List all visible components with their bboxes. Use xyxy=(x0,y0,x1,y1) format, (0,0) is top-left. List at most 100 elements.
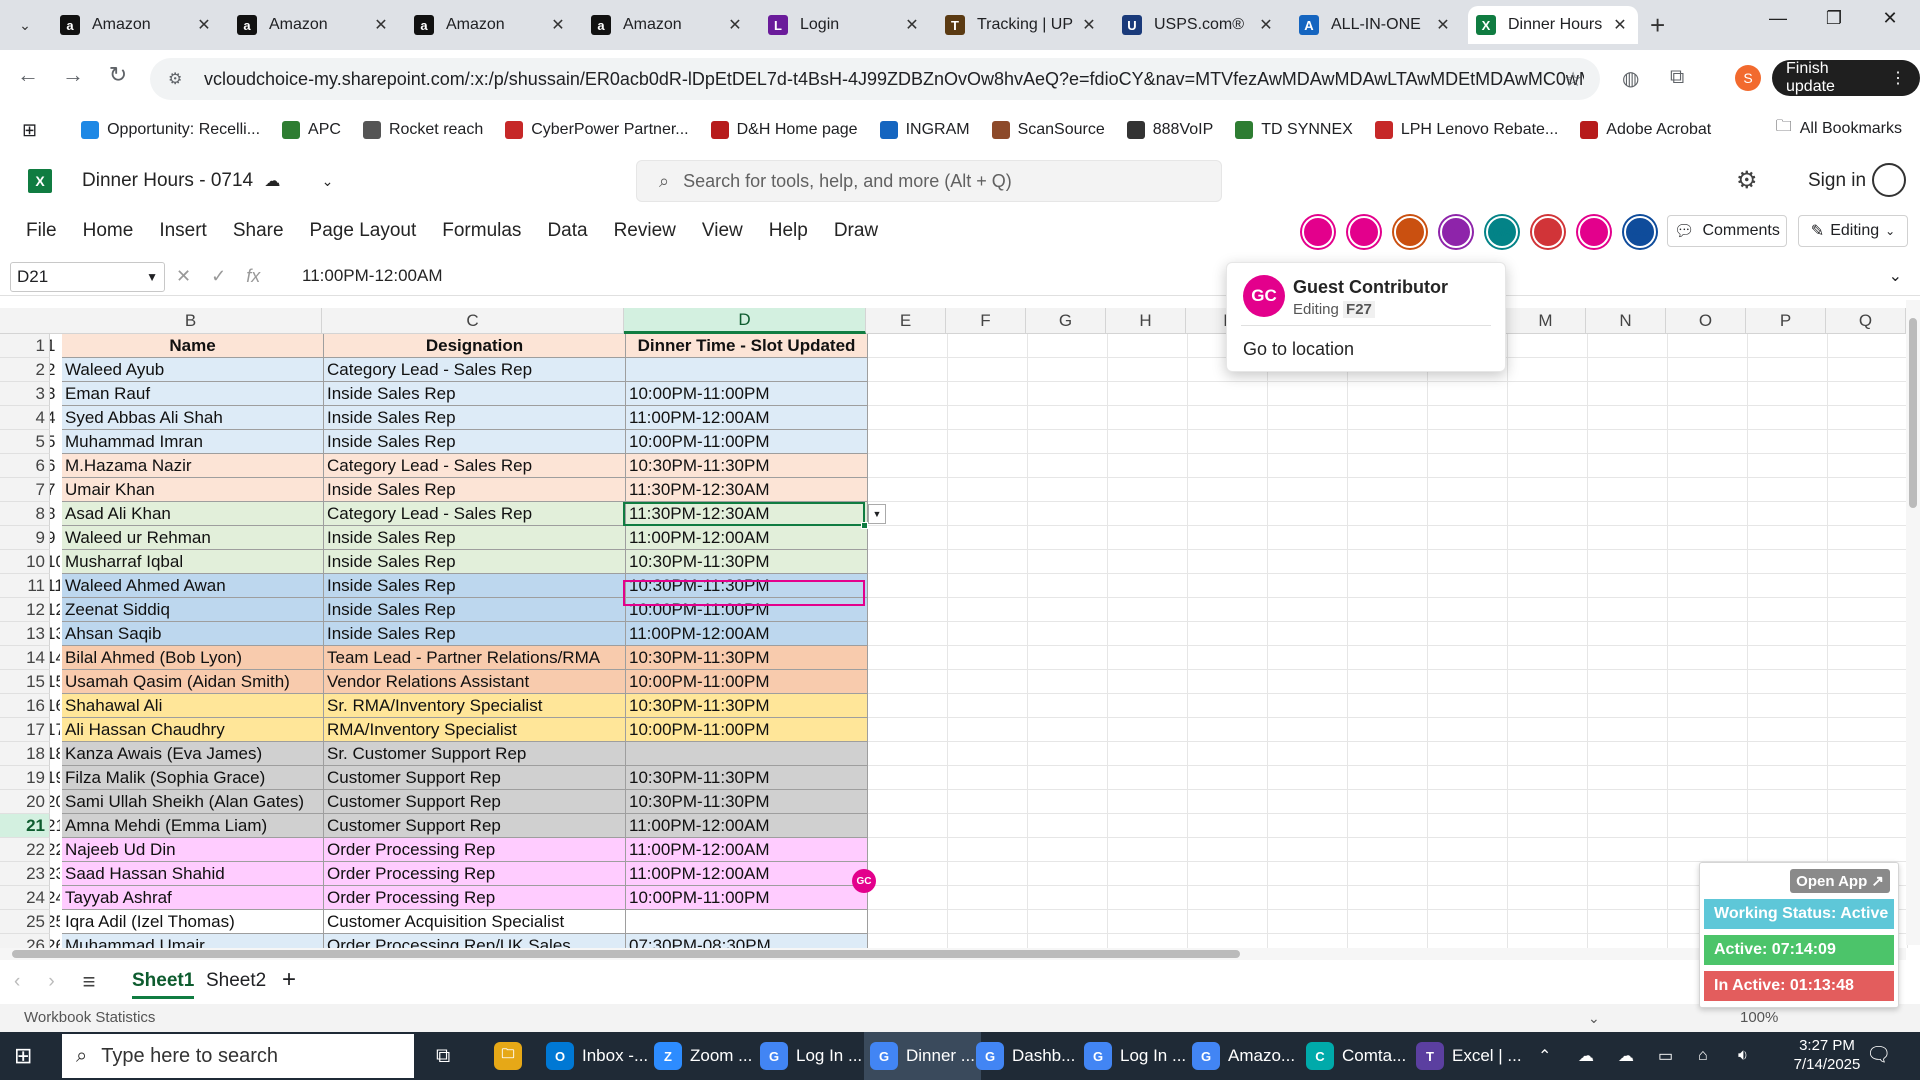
search-box[interactable]: ⌕ Search for tools, help, and more (Alt +… xyxy=(636,160,1222,202)
prev-sheet-icon[interactable]: ‹ xyxy=(14,971,20,993)
browser-tab[interactable]: U USPS.com® ✕ xyxy=(1114,6,1284,44)
reload-button[interactable]: ↻ xyxy=(100,62,136,88)
bookmark-item[interactable]: LPH Lenovo Rebate... xyxy=(1374,121,1558,139)
empty-cell[interactable] xyxy=(1428,910,1508,934)
ribbon-tab[interactable]: Insert xyxy=(159,220,207,242)
system-tray-chevron-icon[interactable]: ⌃ xyxy=(1538,1032,1551,1080)
forward-button[interactable]: → xyxy=(55,62,91,88)
cell-d[interactable]: 10:00PM-11:00PM xyxy=(626,382,868,406)
empty-cell[interactable] xyxy=(948,622,1028,646)
empty-cell[interactable] xyxy=(1668,838,1748,862)
empty-cell[interactable] xyxy=(1188,502,1268,526)
empty-cell[interactable] xyxy=(1028,598,1108,622)
empty-cell[interactable] xyxy=(1508,502,1588,526)
column-header-e[interactable]: E xyxy=(866,308,946,334)
row-header[interactable]: 24 xyxy=(0,886,50,910)
taskbar-app[interactable]: G Log In ... xyxy=(754,1032,868,1080)
empty-cell[interactable] xyxy=(1428,742,1508,766)
autocomplete-dropdown-button[interactable]: ▼ xyxy=(868,504,886,524)
editing-mode-button[interactable]: ✎ Editing ⌄ xyxy=(1798,215,1908,247)
empty-cell[interactable] xyxy=(1748,454,1828,478)
close-tab-icon[interactable]: ✕ xyxy=(725,15,745,35)
empty-cell[interactable] xyxy=(1748,790,1828,814)
cell-c[interactable]: Sr. Customer Support Rep xyxy=(324,742,626,766)
cell-c[interactable]: Category Lead - Sales Rep xyxy=(324,502,626,526)
empty-cell[interactable] xyxy=(1108,550,1188,574)
cell-b[interactable]: Usamah Qasim (Aidan Smith) xyxy=(62,670,324,694)
empty-cell[interactable] xyxy=(1748,550,1828,574)
empty-cell[interactable] xyxy=(1828,550,1908,574)
empty-cell[interactable] xyxy=(1028,814,1108,838)
ribbon-tab[interactable]: File xyxy=(26,220,57,242)
empty-cell[interactable] xyxy=(1108,430,1188,454)
empty-cell[interactable] xyxy=(1108,598,1188,622)
empty-cell[interactable] xyxy=(1348,910,1428,934)
empty-cell[interactable] xyxy=(1668,574,1748,598)
cell-d[interactable]: 07:30PM-08:30PM xyxy=(626,934,868,948)
empty-cell[interactable] xyxy=(1828,694,1908,718)
empty-cell[interactable] xyxy=(1348,454,1428,478)
empty-cell[interactable] xyxy=(1428,574,1508,598)
cell-c[interactable]: Inside Sales Rep xyxy=(324,430,626,454)
empty-cell[interactable] xyxy=(948,358,1028,382)
empty-cell[interactable] xyxy=(1028,622,1108,646)
chevron-down-icon[interactable]: ▼ xyxy=(146,270,158,284)
horizontal-scrollbar[interactable] xyxy=(0,948,1906,960)
user-avatar-icon[interactable] xyxy=(1872,163,1906,197)
empty-cell[interactable] xyxy=(868,334,948,358)
name-box[interactable]: D21 ▼ xyxy=(10,262,165,292)
empty-cell[interactable] xyxy=(1748,358,1828,382)
back-button[interactable]: ← xyxy=(10,62,46,88)
empty-cell[interactable] xyxy=(1588,526,1668,550)
empty-cell[interactable] xyxy=(1828,334,1908,358)
column-header-p[interactable]: P xyxy=(1746,308,1826,334)
empty-cell[interactable] xyxy=(1508,406,1588,430)
empty-cell[interactable] xyxy=(948,646,1028,670)
empty-cell[interactable] xyxy=(1348,718,1428,742)
empty-cell[interactable] xyxy=(1188,790,1268,814)
scroll-thumb[interactable] xyxy=(12,950,1240,958)
empty-cell[interactable] xyxy=(868,358,948,382)
empty-cell[interactable] xyxy=(1348,886,1428,910)
empty-cell[interactable] xyxy=(1748,526,1828,550)
empty-cell[interactable] xyxy=(868,574,948,598)
new-tab-button[interactable]: + xyxy=(1650,10,1665,40)
empty-cell[interactable] xyxy=(1588,478,1668,502)
empty-cell[interactable] xyxy=(948,814,1028,838)
empty-cell[interactable] xyxy=(1268,742,1348,766)
empty-cell[interactable] xyxy=(1028,694,1108,718)
empty-cell[interactable] xyxy=(1828,622,1908,646)
browser-tab[interactable]: a Amazon ✕ xyxy=(583,6,753,44)
empty-cell[interactable] xyxy=(1508,862,1588,886)
cell-d[interactable]: 11:00PM-12:00AM xyxy=(626,838,868,862)
empty-cell[interactable] xyxy=(1748,718,1828,742)
bookmark-item[interactable]: TD SYNNEX xyxy=(1235,121,1353,139)
empty-cell[interactable] xyxy=(1748,814,1828,838)
empty-cell[interactable] xyxy=(1588,910,1668,934)
column-header-g[interactable]: G xyxy=(1026,308,1106,334)
system-clock[interactable]: 3:27 PM 7/14/2025 xyxy=(1782,1036,1872,1074)
empty-cell[interactable] xyxy=(1188,646,1268,670)
address-bar[interactable]: ⚙ vcloudchoice-my.sharepoint.com/:x:/p/s… xyxy=(150,58,1600,100)
cell-d[interactable] xyxy=(626,910,868,934)
empty-cell[interactable] xyxy=(1188,550,1268,574)
empty-cell[interactable] xyxy=(1028,934,1108,948)
go-to-location-link[interactable]: Go to location xyxy=(1243,339,1354,360)
row-header[interactable]: 15 xyxy=(0,670,50,694)
cell-d[interactable]: 10:30PM-11:30PM xyxy=(626,550,868,574)
cell-b[interactable]: Eman Rauf xyxy=(62,382,324,406)
empty-cell[interactable] xyxy=(1588,862,1668,886)
empty-cell[interactable] xyxy=(1268,718,1348,742)
empty-cell[interactable] xyxy=(1348,670,1428,694)
minimize-button[interactable]: — xyxy=(1758,8,1798,29)
empty-cell[interactable] xyxy=(1268,670,1348,694)
empty-cell[interactable] xyxy=(1028,550,1108,574)
empty-cell[interactable] xyxy=(1588,622,1668,646)
empty-cell[interactable] xyxy=(1428,838,1508,862)
collaborator-avatar[interactable]: GC xyxy=(1578,216,1610,248)
empty-cell[interactable] xyxy=(1188,886,1268,910)
cell-d[interactable]: 11:30PM-12:30AM xyxy=(626,478,868,502)
empty-cell[interactable] xyxy=(1588,550,1668,574)
empty-cell[interactable] xyxy=(1668,790,1748,814)
cell-d[interactable]: 11:00PM-12:00AM xyxy=(626,862,868,886)
